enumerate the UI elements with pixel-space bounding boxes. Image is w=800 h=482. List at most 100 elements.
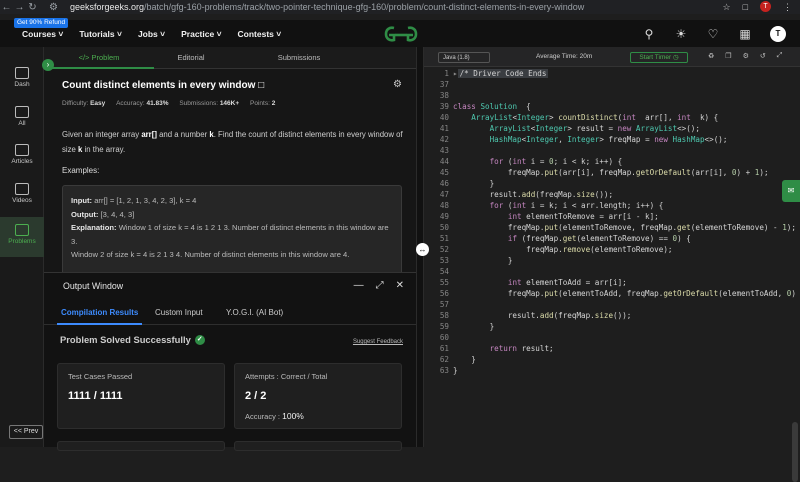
fullscreen-icon[interactable]: ⤢ — [777, 52, 783, 60]
notification-bell-icon[interactable]: ♡ — [706, 27, 720, 41]
dashboard-icon — [15, 67, 29, 79]
undo-icon[interactable]: ↺ — [760, 52, 766, 60]
code-token: int — [512, 201, 531, 210]
site-info-icon[interactable]: ⚙ — [47, 2, 60, 13]
code-line[interactable]: } — [453, 355, 476, 364]
prev-button[interactable]: << Prev — [9, 425, 43, 439]
code-line[interactable]: HashMap<Integer, Integer> freqMap = new … — [453, 135, 728, 144]
code-token: size — [594, 311, 614, 320]
line-number: 47 — [439, 190, 449, 199]
back-icon[interactable]: ← — [0, 2, 13, 13]
bookmark-icon[interactable]: □ — [258, 80, 264, 91]
code-line[interactable]: int elementToRemove = arr[i - k]; — [453, 212, 659, 221]
browser-menu-icon[interactable]: ⋮ — [783, 0, 792, 14]
sidebar-item-articles[interactable]: Articles — [0, 144, 44, 165]
profile-avatar[interactable]: T — [760, 1, 771, 12]
line-number: 42 — [439, 135, 449, 144]
sidebar-item-label: Articles — [11, 158, 33, 165]
gfg-logo[interactable] — [383, 24, 419, 44]
settings-gear-icon[interactable]: ⚙ — [743, 52, 749, 60]
extensions-icon[interactable]: □ — [743, 0, 748, 14]
bookmark-star-icon[interactable]: ☆ — [722, 0, 730, 14]
code-line[interactable]: freqMap.put(arr[i], freqMap.getOrDefault… — [453, 168, 769, 177]
tab-submissions[interactable]: Submissions — [244, 47, 354, 69]
expand-icon[interactable]: ⤢ — [376, 280, 384, 291]
timer-label: Start Timer — [639, 54, 672, 61]
suggest-feedback-link[interactable]: Suggest Feedback — [353, 339, 403, 345]
sidebar-item-all[interactable]: All — [0, 106, 44, 127]
tab-yogi-bot[interactable]: Y.O.G.I. (AI Bot) — [226, 301, 283, 325]
refund-badge[interactable]: Get 90% Refund — [14, 18, 69, 28]
result-card — [57, 441, 225, 451]
code-line[interactable]: for (int i = 0; i < k; i++) { — [453, 157, 623, 166]
code-line[interactable]: if (freqMap.get(elementToRemove) == 0) { — [453, 234, 691, 243]
nav-tutorials-label: Tutorials — [79, 28, 115, 39]
address-bar[interactable]: geeksforgeeks.org/batch/gfg-160-problems… — [70, 0, 710, 14]
code-line[interactable]: freqMap.put(elementToRemove, freqMap.get… — [453, 223, 796, 232]
code-line[interactable]: class Solution { — [453, 102, 531, 111]
code-line[interactable]: ▸/* Driver Code Ends — [453, 69, 549, 78]
line-number: 54 — [439, 267, 449, 276]
code-line[interactable]: } — [453, 322, 495, 331]
nav-contests[interactable]: Contests ˅ — [238, 29, 282, 39]
forward-icon[interactable]: → — [13, 2, 26, 13]
article-icon — [15, 144, 29, 156]
code-line[interactable]: return result; — [453, 344, 554, 353]
code-editor[interactable]: Java (1.8) Average Time: 20m Start Timer… — [424, 47, 800, 482]
resize-handle-icon[interactable]: ↔ — [416, 243, 429, 256]
code-token: ▸ — [453, 69, 458, 78]
start-timer-button[interactable]: Start Timer ◷ — [630, 52, 688, 63]
code-line[interactable]: } — [453, 256, 513, 265]
code-line[interactable]: ArrayList<Integer> countDistinct(int arr… — [453, 113, 718, 122]
tab-editorial[interactable]: Editorial — [136, 47, 246, 69]
theme-toggle-icon[interactable]: ☀ — [674, 27, 688, 41]
search-icon[interactable]: ⚲ — [642, 27, 656, 41]
user-avatar[interactable]: T — [770, 25, 786, 42]
nav-tutorials[interactable]: Tutorials ˅ — [79, 29, 122, 39]
chat-icon[interactable]: ✉ — [782, 180, 800, 202]
result-card — [234, 441, 402, 451]
code-line[interactable]: result.add(freqMap.size()); — [453, 311, 631, 320]
collapse-sidebar-icon[interactable]: › — [42, 59, 54, 71]
code-token: getOrDefault — [635, 168, 691, 177]
accuracy-label: Accuracy: — [116, 100, 145, 107]
report-bug-icon[interactable]: ⚙ — [393, 79, 402, 90]
line-number: 44 — [439, 157, 449, 166]
line-number: 38 — [439, 91, 449, 100]
nav-practice[interactable]: Practice ˅ — [181, 29, 221, 39]
close-icon[interactable]: ✕ — [396, 280, 404, 291]
code-token: <>(); — [677, 124, 700, 133]
sidebar-item-videos[interactable]: Videos — [0, 183, 44, 204]
minimize-icon[interactable]: — — [354, 280, 364, 291]
sidebar-item-problems[interactable]: Problems — [0, 217, 44, 257]
code-line[interactable]: freqMap.put(elementToAdd, freqMap.getOrD… — [453, 289, 800, 298]
output-window-title: Output Window — [63, 281, 124, 291]
code-line[interactable]: } — [453, 366, 458, 375]
code-area[interactable]: ▸/* Driver Code Ends class Solution { Arr… — [453, 67, 800, 447]
vertical-scrollbar[interactable] — [792, 422, 798, 482]
reset-code-icon[interactable]: ♻ — [708, 52, 714, 60]
code-line[interactable]: } — [453, 179, 495, 188]
translate-icon[interactable]: ▦ — [738, 27, 752, 41]
code-token: put — [544, 289, 559, 298]
reload-icon[interactable]: ↻ — [26, 2, 39, 13]
code-line[interactable]: result.add(freqMap.size()); — [453, 190, 613, 199]
problem-title-text: Count distinct elements in every window — [62, 80, 256, 91]
code-line[interactable]: ArrayList<Integer> result = new ArrayLis… — [453, 124, 700, 133]
code-line[interactable]: int elementToAdd = arr[i]; — [453, 278, 627, 287]
tab-compilation-results[interactable]: Compilation Results — [57, 301, 143, 325]
browser-toolbar: ← → ↻ ⚙ geeksforgeeks.org/batch/gfg-160-… — [0, 0, 800, 14]
sidebar-item-dash[interactable]: Dash — [0, 67, 44, 88]
accuracy-value: 41.83% — [146, 100, 169, 107]
nav-courses[interactable]: Courses ˅ — [22, 29, 63, 39]
code-token: freqMap. — [453, 168, 545, 177]
nav-jobs[interactable]: Jobs ˅ — [138, 29, 165, 39]
tab-custom-input[interactable]: Custom Input — [155, 301, 203, 325]
code-line[interactable]: for (int i = k; i < arr.length; i++) { — [453, 201, 664, 210]
copy-icon[interactable]: ❐ — [725, 52, 731, 60]
code-line[interactable]: freqMap.remove(elementToRemove); — [453, 245, 672, 254]
code-token: freqMap. — [453, 223, 545, 232]
language-select[interactable]: Java (1.8) — [438, 52, 490, 63]
left-sidebar: Dash All Articles Videos Problems — [0, 47, 44, 447]
example-input: Input: arr[] = [1, 2, 1, 3, 4, 2, 3], k … — [71, 194, 393, 208]
